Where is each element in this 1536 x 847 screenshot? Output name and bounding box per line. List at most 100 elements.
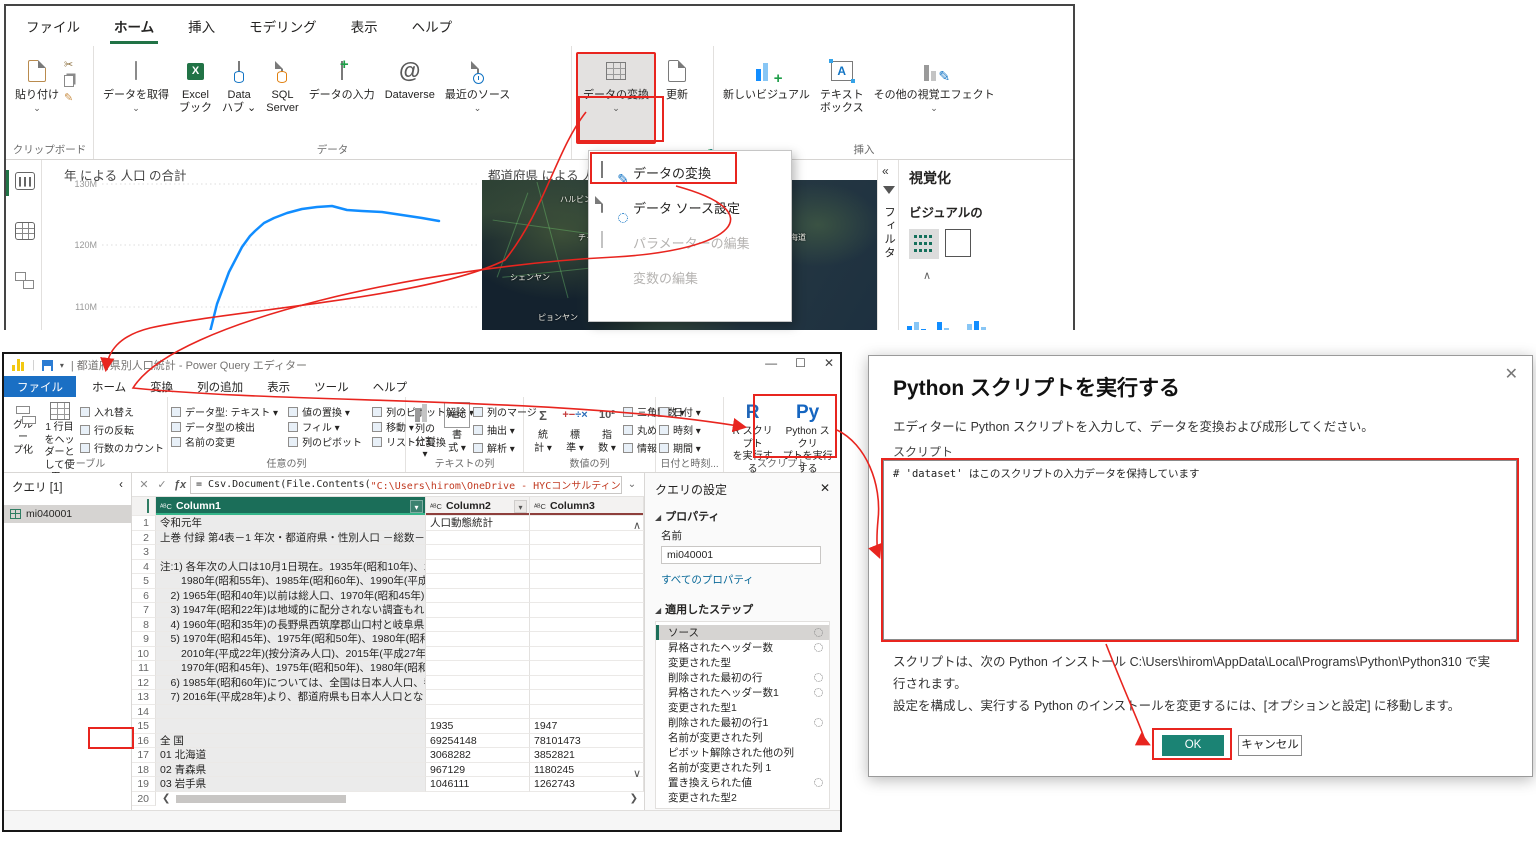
table-cell[interactable] [530,531,644,546]
table-cell[interactable] [426,690,530,705]
row-number[interactable]: 14 [132,705,156,720]
report-view-icon[interactable] [15,172,35,190]
row-number[interactable]: 8 [132,618,156,633]
pq-small-button[interactable]: 行数のカウント [80,440,164,455]
ribbon-tab[interactable]: 表示 [349,12,380,40]
table-cell[interactable] [426,589,530,604]
applied-step[interactable]: 削除された最初の行1 [656,715,829,730]
format-button[interactable]: ABC 書 式 ▾ [441,401,473,458]
filters-pane-collapsed[interactable]: « フィルタ [877,160,899,330]
table-cell[interactable]: 1262743 [530,777,644,792]
row-number[interactable]: 20 [132,792,156,806]
pq-small-button[interactable]: 期間 ▾ [659,440,701,455]
table-cell[interactable]: 1980年(昭和55年)、1985年(昭和60年)、1990年(平成2年)、..… [156,574,426,589]
pq-small-button[interactable]: 入れ替え [80,404,164,419]
table-cell[interactable] [530,603,644,618]
table-cell[interactable]: 1947 [530,719,644,734]
copy-icon[interactable] [64,75,74,87]
pq-small-button[interactable]: 時刻 ▾ [659,422,701,437]
applied-step[interactable]: 変更された型 [656,655,829,670]
table-cell[interactable] [426,632,530,647]
run-r-script-button[interactable]: R R スクリプト を実行する [727,401,778,458]
script-editor[interactable]: # 'dataset' はこのスクリプトの入力データを保持しています [883,460,1517,640]
ribbon-button[interactable]: データを取得 ⌄ [98,52,174,144]
pq-small-button[interactable]: 列のピボット [288,434,362,449]
model-view-icon[interactable] [15,272,35,290]
ribbon-button[interactable]: SQL Server ⌄ [261,52,303,144]
applied-step[interactable]: 変更された型2 [656,790,829,805]
applied-step[interactable]: 昇格されたヘッダー数1 [656,685,829,700]
pq-menu-tab[interactable]: 変換 [140,377,183,397]
table-cell[interactable] [426,531,530,546]
table-cell[interactable] [156,705,426,720]
menu-item[interactable]: パラメーターの編集 [589,225,791,260]
step-settings-gear-icon[interactable] [814,643,823,652]
filter-dropdown-icon[interactable]: ▾ [514,500,527,513]
column-header[interactable]: ᴬᴮCColumn1▾ [156,497,426,516]
table-cell[interactable] [530,647,644,662]
pq-menu-tab[interactable]: ツール [304,377,359,397]
table-cell[interactable] [530,632,644,647]
step-settings-gear-icon[interactable] [814,778,823,787]
pq-menu-tab[interactable]: ファイル [4,376,76,397]
table-cell[interactable] [530,705,644,720]
horizontal-scrollbar[interactable]: 20 ❮ ❯ [132,792,644,806]
applied-step[interactable]: 名前が変更された列 1 [656,760,829,775]
formula-input[interactable]: = Csv.Document(File.Contents("C:\Users\h… [190,476,622,494]
split-column-button[interactable]: 列の 分割 ▾ [409,401,441,458]
scroll-up-icon[interactable]: ∧ [633,519,641,532]
row-number[interactable]: 5 [132,574,156,589]
pq-small-button[interactable]: 名前の変更 [171,434,278,449]
table-cell[interactable]: 78101473 [530,734,644,749]
query-item[interactable]: mi040001 [4,505,131,523]
table-cell[interactable] [156,545,426,560]
pq-menu-tab[interactable]: ホーム [82,377,136,397]
collapse-gallery-icon[interactable]: ∧ [923,269,1063,282]
ribbon-button[interactable]: + 新しいビジュアル ⌄ [718,52,815,144]
ribbon-button[interactable]: 最近のソース ⌄ [440,52,515,144]
table-cell[interactable]: 02 青森県 [156,763,426,778]
table-cell[interactable]: 2) 1965年(昭和40年)以前は総人口、1970年(昭和45年)以降は... [156,589,426,604]
scroll-left-icon[interactable]: ❮ [162,793,170,804]
table-cell[interactable] [530,589,644,604]
pq-small-button[interactable]: データ型: テキスト ▾ [171,404,278,419]
row-number[interactable]: 7 [132,603,156,618]
table-cell[interactable]: 7) 2016年(平成28年)より、都道府県も日本人人口となり、「人口... [156,690,426,705]
table-cell[interactable] [530,676,644,691]
pq-small-button[interactable]: 値の置換 ▾ [288,404,362,419]
table-cell[interactable]: 03 岩手県 [156,777,426,792]
applied-step[interactable]: 削除された最初の行 [656,670,829,685]
pq-menu-tab[interactable]: 列の追加 [187,377,253,397]
table-cell[interactable]: 6) 1985年(昭和60年)については、全国は日本人人口、都道府県... [156,676,426,691]
menu-item[interactable]: データ ソース設定 [589,190,791,225]
applied-step[interactable]: 名前が変更された列 [656,730,829,745]
pq-small-button[interactable]: データ型の検出 [171,419,278,434]
table-cell[interactable] [156,719,426,734]
standard-button[interactable]: +−÷× 標 準 ▾ [559,401,591,458]
table-cell[interactable] [426,560,530,575]
applied-step[interactable]: ソース [656,625,829,640]
table-cell[interactable] [426,661,530,676]
table-visual-icon[interactable] [909,229,939,259]
table-cell[interactable] [426,705,530,720]
close-button[interactable]: ✕ [824,356,834,370]
table-cell[interactable] [530,560,644,575]
scroll-down-icon[interactable]: ∨ [633,767,641,780]
table-cell[interactable]: 2010年(平成22年)(按分済み人口)、2015年(平成27年)(按... [156,647,426,662]
table-cell[interactable] [426,647,530,662]
table-cell[interactable]: 上巻 付録 第4表－1 年次・都道府県・性別人口 －総数－ [156,531,426,546]
properties-section-header[interactable]: ◢プロパティ [655,508,830,524]
applied-steps-section-header[interactable]: ◢適用したステップ [655,601,830,617]
table-cell[interactable]: 4) 1960年(昭和35年)の長野県西筑摩郡山口村と岐阜県中津川... [156,618,426,633]
scroll-right-icon[interactable]: ❯ [630,793,638,804]
step-settings-gear-icon[interactable] [814,718,823,727]
table-cell[interactable] [426,603,530,618]
visual-icon[interactable] [945,229,971,257]
row-number[interactable]: 17 [132,748,156,763]
transform-data-button[interactable]: ✎ データの変換 ⌄ [576,52,656,144]
select-all-corner[interactable] [132,497,156,516]
applied-step[interactable]: 変更された型1 [656,700,829,715]
scientific-button[interactable]: 10² 指 数 ▾ [591,401,623,458]
table-cell[interactable] [530,574,644,589]
table-cell[interactable] [426,545,530,560]
